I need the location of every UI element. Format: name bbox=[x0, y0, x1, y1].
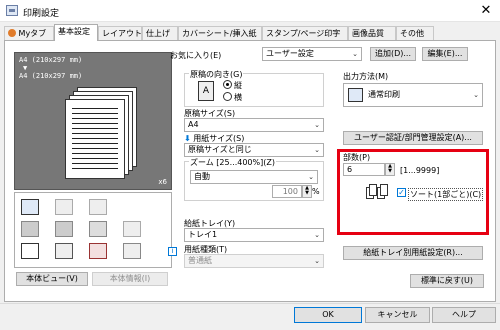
preview-pane: A4 (210x297 mm) ▼ A4 (210x297 mm) x6 bbox=[14, 52, 172, 190]
ok-button[interactable]: OK bbox=[294, 307, 362, 323]
fax-icon bbox=[55, 199, 73, 215]
zoom-unit: % bbox=[312, 187, 320, 196]
printer-body-icon bbox=[55, 221, 73, 237]
paper-size-select[interactable]: 原稿サイズと同じ ⌄ bbox=[184, 143, 324, 157]
copies-spinner[interactable]: ▲ ▼ bbox=[385, 163, 395, 176]
tab-mytab[interactable]: Myタブ bbox=[4, 26, 54, 41]
collate-label: ソート(1部ごと)(C) bbox=[408, 188, 484, 201]
portrait-a-icon: A bbox=[198, 81, 214, 101]
window-title: 印刷設定 bbox=[23, 9, 60, 19]
copies-input[interactable]: 6 bbox=[343, 163, 385, 176]
tray-select[interactable]: トレイ1 ⌄ bbox=[184, 228, 324, 242]
user-icon bbox=[8, 29, 16, 37]
chevron-down-icon: ⌄ bbox=[314, 231, 320, 239]
print-job-icon bbox=[348, 88, 363, 102]
edit-favorite-button[interactable]: 編集(E)... bbox=[422, 47, 468, 61]
tab-other[interactable]: その他 bbox=[396, 26, 434, 41]
add-favorite-button[interactable]: 追加(D)... bbox=[370, 47, 416, 61]
print-settings-window: 印刷設定 ✕ Myタブ 基本設定 レイアウト 仕上げ カバーシート/挿入紙 スタ… bbox=[0, 0, 500, 330]
user-auth-settings-button[interactable]: ユーザー認証/部門管理設定(A)... bbox=[343, 131, 483, 145]
info-icon: i bbox=[168, 247, 177, 256]
copy-icon bbox=[89, 199, 107, 215]
tray-paper-settings-button[interactable]: 給紙トレイ別用紙設定(R)... bbox=[343, 246, 483, 260]
favorites-label: お気に入り(E) bbox=[170, 51, 222, 60]
reset-defaults-button[interactable]: 標準に戻す(U) bbox=[410, 274, 484, 288]
stapler-icon bbox=[123, 221, 141, 237]
tab-bar: Myタブ 基本設定 レイアウト 仕上げ カバーシート/挿入紙 スタンプ/ページ印… bbox=[4, 24, 498, 41]
portrait-label: 縦 bbox=[234, 81, 242, 90]
zoom-label: ズーム [25...400%](Z) bbox=[189, 157, 276, 168]
output-method-select[interactable]: 通常印刷 ⌄ bbox=[343, 83, 483, 107]
zoom-number-input[interactable]: 100 bbox=[272, 185, 302, 198]
document-icon bbox=[21, 243, 39, 259]
preview-paper-size: A4 (210x297 mm) bbox=[19, 72, 83, 80]
copies-range: [1...9999] bbox=[400, 166, 440, 175]
zoom-select[interactable]: 自動 ⌄ bbox=[190, 170, 318, 184]
cancel-button[interactable]: キャンセル bbox=[365, 307, 430, 323]
chevron-down-icon: ⌄ bbox=[308, 173, 314, 181]
copies-label: 部数(P) bbox=[343, 153, 371, 162]
title-bar: 印刷設定 ✕ bbox=[0, 0, 500, 22]
footer-divider bbox=[0, 303, 500, 304]
portrait-radio[interactable] bbox=[223, 80, 232, 89]
collate-icon bbox=[366, 184, 388, 201]
chevron-down-icon: ⌄ bbox=[314, 121, 320, 129]
favorites-select[interactable]: ユーザー設定 ⌄ bbox=[262, 47, 362, 61]
tab-stamp-page-print[interactable]: スタンプ/ページ印字 bbox=[262, 26, 348, 41]
print-output-icon bbox=[21, 199, 39, 215]
help-button[interactable]: ヘルプ bbox=[432, 307, 496, 323]
finisher-icon bbox=[21, 221, 39, 237]
tab-cover-insert[interactable]: カバーシート/挿入紙 bbox=[178, 26, 262, 41]
secure-print-icon bbox=[123, 243, 141, 259]
user-auth-icon bbox=[55, 243, 73, 259]
landscape-radio[interactable] bbox=[223, 92, 232, 101]
original-size-select[interactable]: A4 ⌄ bbox=[184, 118, 324, 132]
tray-icon bbox=[89, 221, 107, 237]
tab-layout[interactable]: レイアウト bbox=[98, 26, 142, 41]
copies-badge: x6 bbox=[158, 178, 167, 186]
chevron-down-icon: ⌄ bbox=[314, 257, 320, 265]
printer-icon bbox=[6, 5, 18, 16]
account-track-icon bbox=[89, 243, 107, 259]
zoom-spinner[interactable]: ▲ ▼ bbox=[302, 185, 312, 198]
down-arrow-icon: ⬇ bbox=[184, 134, 191, 143]
device-icon-grid bbox=[14, 192, 172, 268]
paper-type-select[interactable]: 普通紙 ⌄ bbox=[184, 254, 324, 268]
collate-checkbox[interactable]: ✓ bbox=[397, 188, 406, 197]
close-button[interactable]: ✕ bbox=[478, 3, 494, 19]
tab-image-quality[interactable]: 画像品質 bbox=[348, 26, 396, 41]
output-method-label: 出力方法(M) bbox=[343, 72, 389, 81]
landscape-label: 横 bbox=[234, 93, 242, 102]
chevron-down-icon: ⌄ bbox=[352, 50, 358, 58]
chevron-down-icon: ⌄ bbox=[473, 91, 479, 99]
tab-finishing[interactable]: 仕上げ bbox=[142, 26, 178, 41]
main-info-button[interactable]: 本体情報(I) bbox=[92, 272, 168, 286]
chevron-down-icon: ⌄ bbox=[314, 146, 320, 154]
main-view-button[interactable]: 本体ビュー(V) bbox=[16, 272, 88, 286]
orientation-label: 原稿の向き(G) bbox=[189, 69, 244, 80]
tab-basic-settings[interactable]: 基本設定 bbox=[54, 24, 98, 41]
preview-original-size: A4 (210x297 mm) bbox=[19, 56, 83, 64]
down-arrow-icon: ▼ bbox=[23, 64, 28, 72]
